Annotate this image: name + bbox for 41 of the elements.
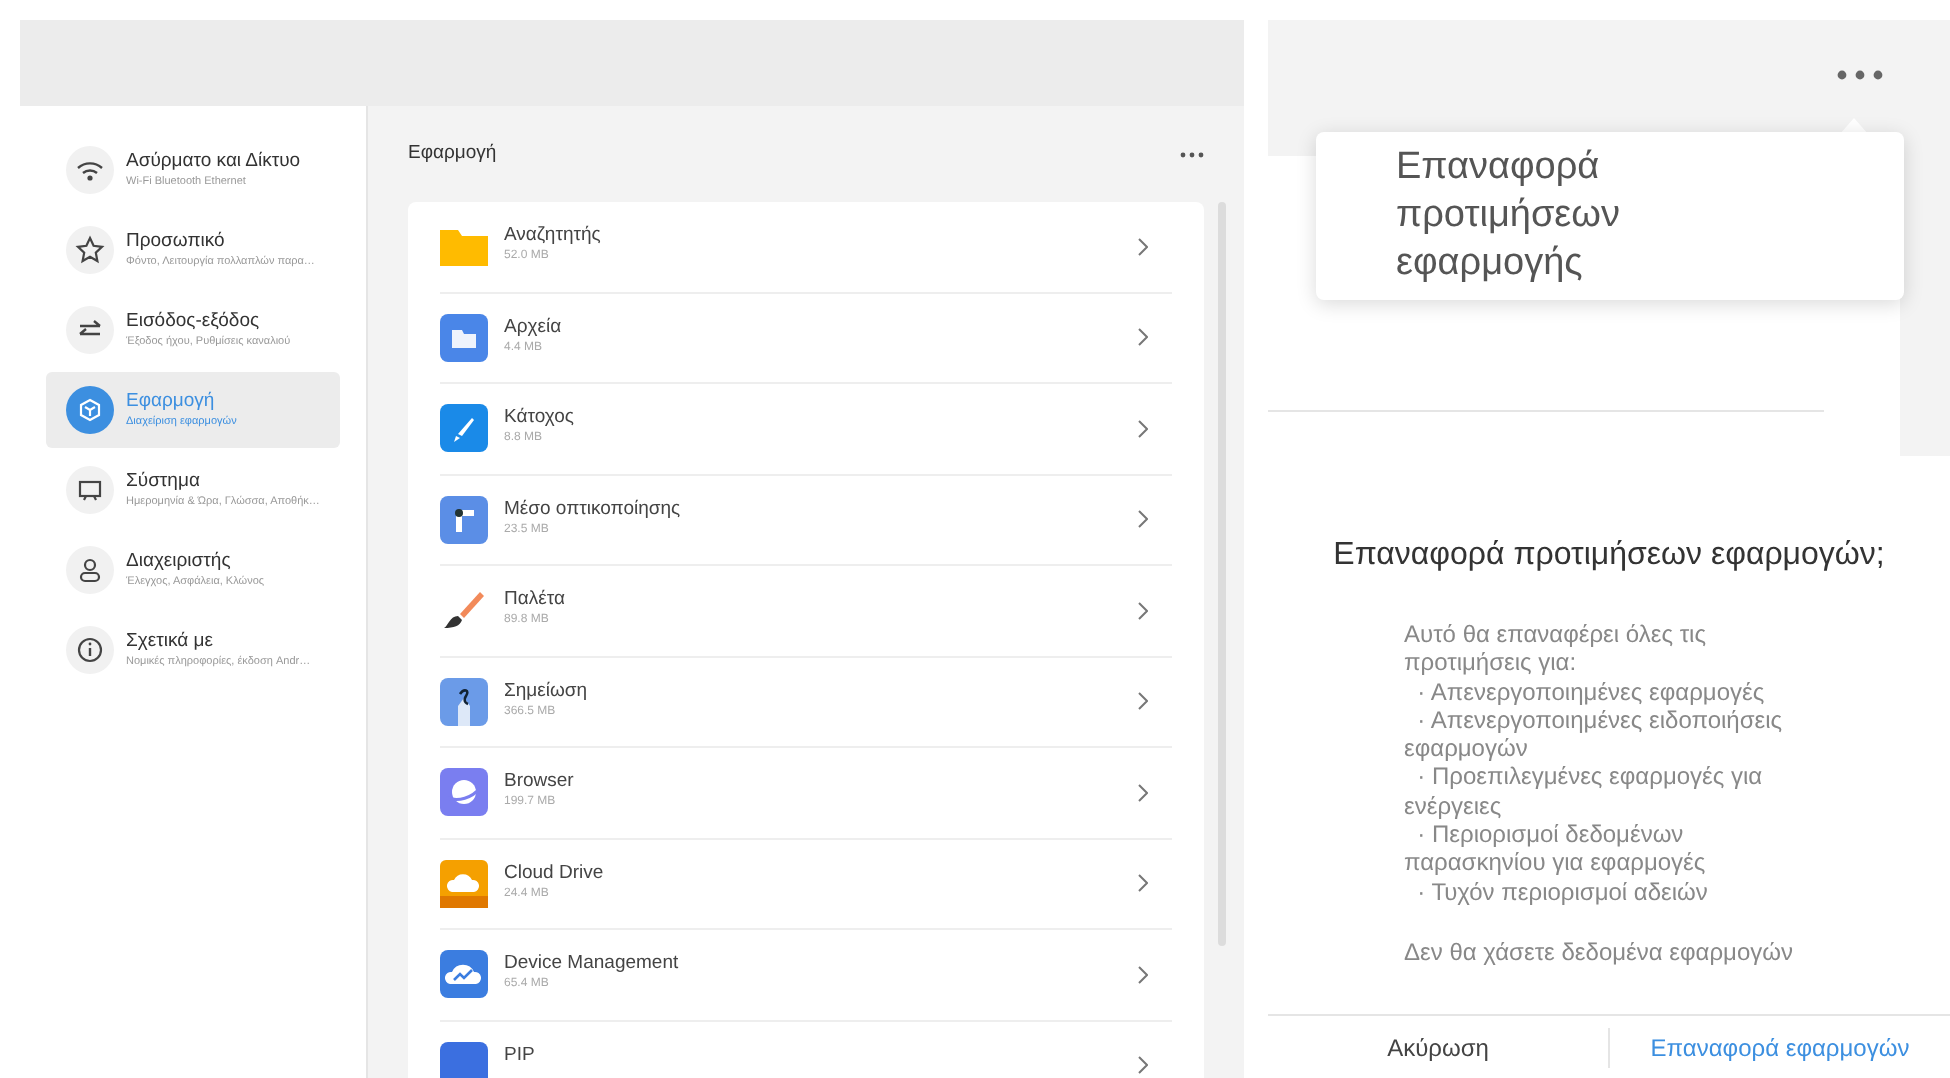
app-name[interactable]: Αναζητητής (504, 222, 601, 248)
cancel-button[interactable]: Ακύρωση (1387, 1029, 1489, 1065)
chevron-right-icon[interactable] (1138, 328, 1148, 347)
pin-icon (440, 495, 488, 543)
section-title: Εφαρμογή (408, 139, 497, 168)
person-icon (66, 546, 114, 594)
app-name[interactable]: Σημείωση (504, 677, 588, 703)
wifi-icon (66, 146, 114, 194)
planet-icon (440, 768, 488, 816)
more-icon[interactable] (1836, 70, 1884, 80)
app-name[interactable]: Device Management (504, 950, 679, 976)
chevron-right-icon[interactable] (1138, 419, 1148, 438)
arrows-icon (66, 306, 114, 354)
info-icon (66, 626, 114, 674)
chevron-right-icon[interactable] (1138, 601, 1148, 620)
cloud-icon (440, 950, 488, 998)
chevron-right-icon[interactable] (1138, 510, 1148, 529)
dialog-message: Αυτό θα επαναφέρει όλες τις προτιμήσεις για: · Απενεργοποιημένες εφαρμογές · Απενεργοποιημένες ειδοποιήσεις εφαρμογών · Προεπιλεγμένες εφαρμογές για ενέργειες · Περιορισμοί δεδομένων παρασκηνίου για εφαρμογές · Τυχόν περιορισμοί αδειών (1404, 620, 1785, 906)
pen-icon (440, 677, 488, 725)
chevron-right-icon[interactable] (1138, 692, 1148, 711)
chevron-right-icon[interactable] (1138, 1056, 1148, 1075)
app-name[interactable]: Cloud Drive (504, 859, 604, 885)
app-name[interactable]: Browser (504, 768, 574, 794)
monitor-icon (66, 466, 114, 514)
chevron-right-icon[interactable] (1138, 237, 1148, 256)
cloud-icon (440, 859, 488, 907)
dialog-note: Δεν θα χάσετε δεδομένα εφαρμογών (1404, 935, 1796, 970)
cube-icon (66, 386, 114, 434)
folder-icon (440, 313, 488, 361)
app-name[interactable]: PIP (504, 1041, 535, 1067)
app-name[interactable]: Μέσο οπτικοποίησης (504, 495, 681, 521)
menu-item[interactable]: Επαναφορά προτιμήσεων εφαρμογής (1396, 144, 1696, 288)
dialog-title: Επαναφορά προτιμήσεων εφαρμογών; (1331, 536, 1887, 576)
chevron-right-icon[interactable] (1138, 965, 1148, 984)
chevron-right-icon[interactable] (1138, 874, 1148, 893)
chevron-right-icon[interactable] (1138, 783, 1148, 802)
app-name[interactable]: Αρχεία (504, 313, 562, 339)
more-icon[interactable] (1180, 151, 1204, 157)
app-name[interactable]: Παλέτα (504, 586, 565, 612)
brush-icon (440, 586, 488, 634)
app-name[interactable]: Κάτοχος (504, 404, 574, 430)
